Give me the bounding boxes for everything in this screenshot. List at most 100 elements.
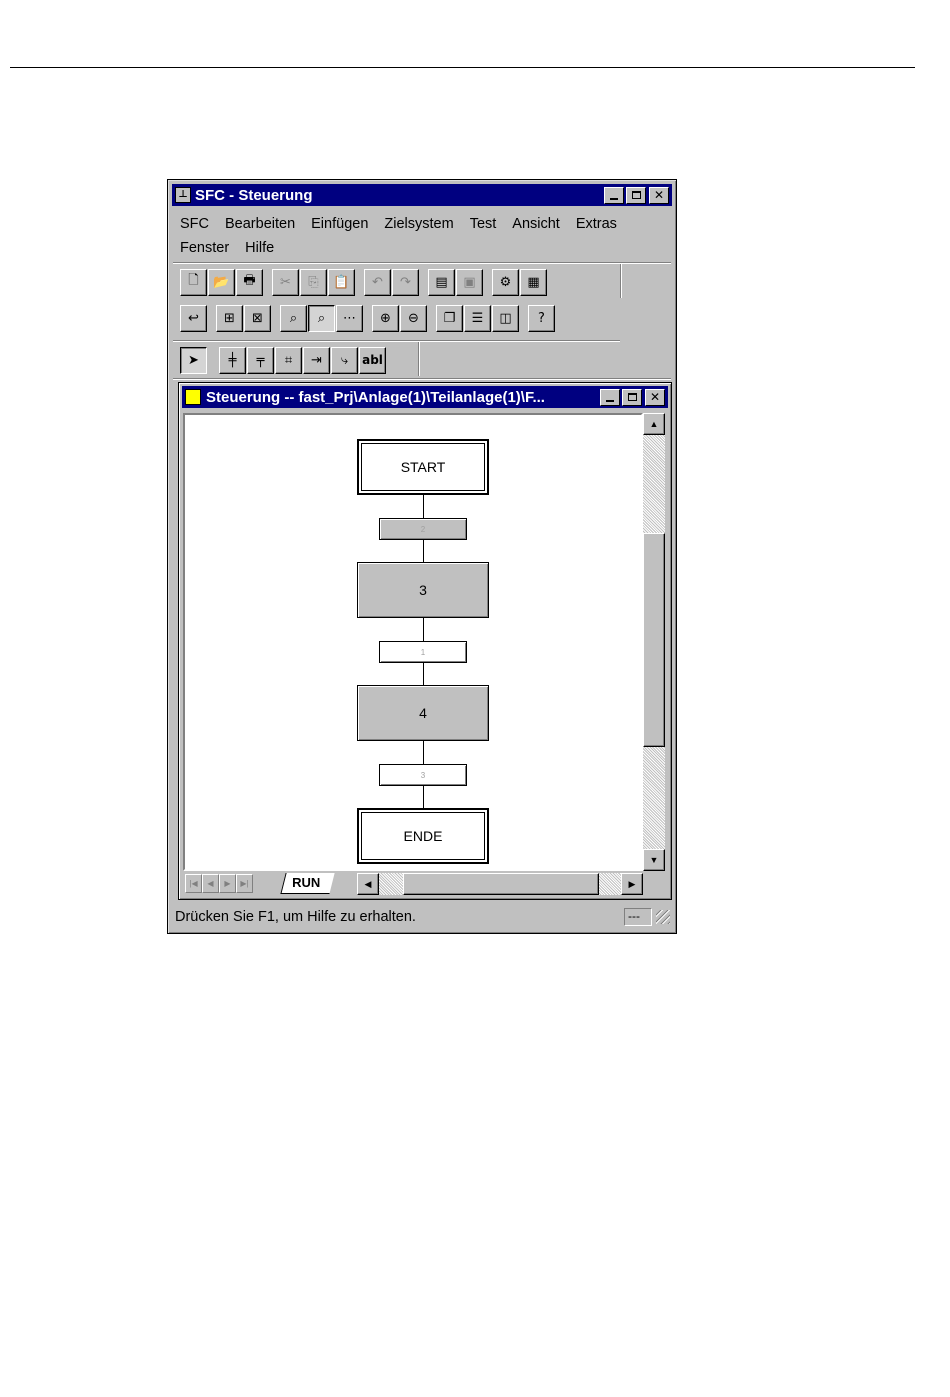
- document-close-button[interactable]: ✕: [645, 388, 665, 406]
- alternative-branch-icon: ╤: [256, 352, 265, 368]
- menu-extras[interactable]: Extras: [576, 216, 617, 232]
- jump-button[interactable]: ⇥: [303, 346, 330, 374]
- zoom-in-button[interactable]: ⊕: [372, 304, 399, 332]
- vertical-scroll-thumb[interactable]: [643, 533, 665, 747]
- sfc-document-window: Steuerung -- fast_Prj\Anlage(1)\Teilanla…: [178, 382, 672, 900]
- alternative-branch-button[interactable]: ╤: [247, 346, 274, 374]
- scroll-up-button[interactable]: ▲: [643, 413, 665, 435]
- step-transition-button[interactable]: ╪: [219, 346, 246, 374]
- minimize-button[interactable]: [604, 186, 624, 204]
- scroll-left-button[interactable]: ◀: [357, 873, 379, 895]
- horizontal-scrollbar[interactable]: ◀ ▶: [357, 873, 643, 895]
- sfc-step[interactable]: START: [357, 439, 489, 495]
- object-properties-button[interactable]: ▣: [456, 268, 483, 296]
- monitor-button[interactable]: ⋯: [336, 304, 363, 332]
- open-icon: 📂: [213, 274, 230, 290]
- open-button[interactable]: 📂: [208, 268, 235, 296]
- print-button[interactable]: 🖶: [236, 268, 263, 296]
- compile-button[interactable]: ⚙: [492, 268, 519, 296]
- tree-button[interactable]: ⊞: [216, 304, 243, 332]
- maximize-button[interactable]: [626, 186, 646, 204]
- close-button[interactable]: ✕: [649, 186, 669, 204]
- text-field-icon: abl: [362, 353, 383, 367]
- menu-einfügen[interactable]: Einfügen: [311, 216, 368, 232]
- redo-button[interactable]: ↷: [392, 268, 419, 296]
- document-titlebar[interactable]: Steuerung -- fast_Prj\Anlage(1)\Teilanla…: [182, 386, 668, 408]
- sfc-transition[interactable]: 3: [379, 764, 467, 786]
- context-help-button[interactable]: ?: [528, 304, 555, 332]
- previous-sheet-button[interactable]: ◀: [202, 874, 219, 893]
- resize-grip-icon[interactable]: [656, 910, 670, 924]
- zoom-out-button[interactable]: ⊖: [400, 304, 427, 332]
- download-icon: ▦: [527, 274, 540, 290]
- copy-icon: ⎘: [308, 274, 319, 290]
- overview-button[interactable]: ⌕: [280, 304, 307, 332]
- scroll-right-button[interactable]: ▶: [621, 873, 643, 895]
- loop-icon: ⤷: [340, 352, 349, 368]
- simultaneous-branch-button[interactable]: ⌗: [275, 346, 302, 374]
- window-title: SFC - Steuerung: [195, 186, 313, 204]
- first-icon: |◀: [189, 879, 198, 888]
- network-button[interactable]: ⊠: [244, 304, 271, 332]
- menu-fenster[interactable]: Fenster: [180, 240, 229, 256]
- tile-vertical-button[interactable]: ◫: [492, 304, 519, 332]
- paste-button[interactable]: 📋: [328, 268, 355, 296]
- undo-icon: ↶: [372, 274, 383, 290]
- cascade-button[interactable]: ❐: [436, 304, 463, 332]
- menu-bearbeiten[interactable]: Bearbeiten: [225, 216, 295, 232]
- scroll-down-button[interactable]: ▼: [643, 849, 665, 871]
- status-bar: Drücken Sie F1, um Hilfe zu erhalten. --…: [172, 906, 672, 928]
- sfc-transition[interactable]: 2: [379, 518, 467, 540]
- arrow-down-icon: ▼: [649, 855, 659, 865]
- undo-button[interactable]: ↶: [364, 268, 391, 296]
- document-title: Steuerung -- fast_Prj\Anlage(1)\Teilanla…: [206, 388, 545, 406]
- menu-zielsystem[interactable]: Zielsystem: [384, 216, 453, 232]
- redo-icon: ↷: [400, 274, 411, 290]
- tile-vertical-icon: ◫: [499, 310, 512, 326]
- horizontal-scroll-thumb[interactable]: [403, 873, 599, 895]
- document-minimize-button[interactable]: [600, 388, 620, 406]
- network-icon: ⊠: [252, 310, 263, 326]
- cut-button[interactable]: ✂: [272, 268, 299, 296]
- maximize-icon: [631, 191, 641, 199]
- copy-button[interactable]: ⎘: [300, 268, 327, 296]
- sheet-tab-bar: |◀ ◀ ▶ ▶| RUN ◀ ▶: [183, 873, 665, 895]
- menu-sfc[interactable]: SFC: [180, 216, 209, 232]
- arrow-right-icon: ▶: [628, 878, 636, 889]
- new-button[interactable]: 🗋: [180, 268, 207, 296]
- tile-horizontal-button[interactable]: ☰: [464, 304, 491, 332]
- select-pointer-button[interactable]: ➤: [180, 346, 207, 374]
- cut-icon: ✂: [280, 274, 291, 290]
- sfc-chart-canvas[interactable]: START 3 4 ENDE 2 1 3: [183, 413, 643, 871]
- back-button[interactable]: ↩: [180, 304, 207, 332]
- vertical-scrollbar[interactable]: ▲ ▼: [643, 413, 665, 871]
- status-text: Drücken Sie F1, um Hilfe zu erhalten.: [175, 909, 416, 925]
- sfc-step-label: 3: [419, 582, 427, 598]
- object-properties-icon: ▣: [463, 274, 476, 290]
- sfc-step[interactable]: 4: [357, 685, 489, 741]
- text-field-button[interactable]: abl: [359, 346, 386, 374]
- sfc-step[interactable]: 3: [357, 562, 489, 618]
- sfc-transition-label: 2: [420, 524, 426, 534]
- window-titlebar[interactable]: ⊥ SFC - Steuerung ✕: [172, 184, 672, 206]
- sfc-document-icon[interactable]: [185, 389, 201, 405]
- print-icon: 🖶: [243, 273, 256, 288]
- download-button[interactable]: ▦: [520, 268, 547, 296]
- first-sheet-button[interactable]: |◀: [185, 874, 202, 893]
- loop-button[interactable]: ⤷: [331, 346, 358, 374]
- menu-hilfe[interactable]: Hilfe: [245, 240, 274, 256]
- menu-ansicht[interactable]: Ansicht: [512, 216, 560, 232]
- sfc-elements-toolbar: ➤ ╪ ╤ ⌗ ⇥ ⤷ abl: [180, 345, 387, 375]
- sheet-tab-run[interactable]: RUN: [280, 873, 335, 894]
- properties-button[interactable]: ▤: [428, 268, 455, 296]
- last-sheet-button[interactable]: ▶|: [236, 874, 253, 893]
- next-sheet-button[interactable]: ▶: [219, 874, 236, 893]
- test-mode-button[interactable]: ⌕: [308, 304, 335, 332]
- sfc-transition[interactable]: 1: [379, 641, 467, 663]
- arrow-up-icon: ▲: [649, 419, 659, 429]
- document-maximize-button[interactable]: [622, 388, 642, 406]
- next-icon: ▶: [224, 879, 231, 888]
- sfc-app-icon[interactable]: ⊥: [175, 187, 191, 203]
- sfc-step[interactable]: ENDE: [357, 808, 489, 864]
- menu-test[interactable]: Test: [470, 216, 497, 232]
